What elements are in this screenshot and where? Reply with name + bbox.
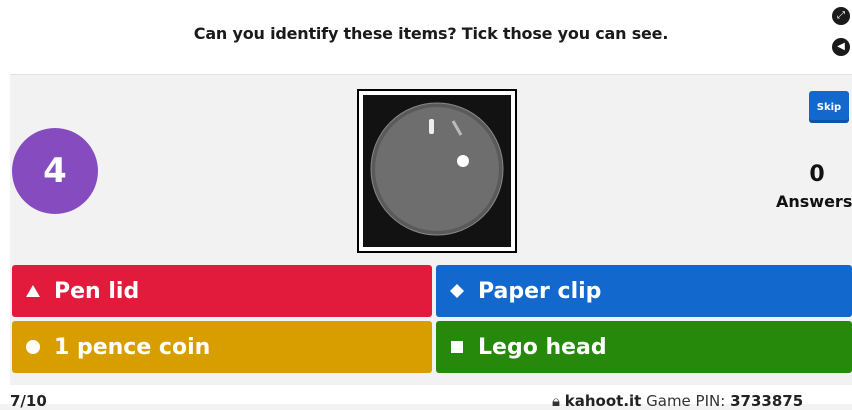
answer-option-3[interactable]: 1 pence coin	[12, 321, 432, 373]
timer-value: 4	[43, 151, 67, 191]
answer-label: Paper clip	[478, 278, 602, 304]
game-info: 🔒︎ kahoot.it Game PIN: 3733875	[552, 392, 803, 410]
footer-bar: 7/10 🔒︎ kahoot.it Game PIN: 3733875	[0, 385, 852, 410]
pin-label: Game PIN:	[646, 392, 726, 410]
answer-label: Pen lid	[54, 278, 140, 304]
diamond-icon	[446, 283, 468, 299]
triangle-icon	[22, 284, 44, 298]
square-icon	[446, 340, 468, 354]
circle-icon	[22, 339, 44, 355]
fullscreen-icon[interactable]: ⤢	[832, 7, 850, 25]
answer-option-4[interactable]: Lego head	[436, 321, 852, 373]
skip-button[interactable]: Skip	[809, 91, 849, 123]
game-pin: 3733875	[730, 392, 804, 410]
answer-label: 1 pence coin	[54, 334, 211, 360]
answer-option-1[interactable]: Pen lid	[12, 265, 432, 317]
answers-count: 0	[809, 162, 825, 187]
answer-label: Lego head	[478, 334, 607, 360]
left-frame	[0, 0, 10, 404]
lock-icon: 🔒︎	[552, 392, 560, 410]
answer-option-2[interactable]: Paper clip	[436, 265, 852, 317]
site-name: kahoot.it	[564, 392, 642, 410]
question-progress: 7/10	[10, 392, 47, 410]
countdown-timer: 4	[12, 128, 98, 214]
answers-label: Answers	[776, 192, 852, 211]
xray-image	[363, 95, 511, 247]
back-icon[interactable]: ◀	[832, 38, 850, 56]
question-text: Can you identify these items? Tick those…	[193, 24, 669, 43]
question-header: Can you identify these items? Tick those…	[10, 0, 852, 75]
question-image	[357, 89, 517, 253]
